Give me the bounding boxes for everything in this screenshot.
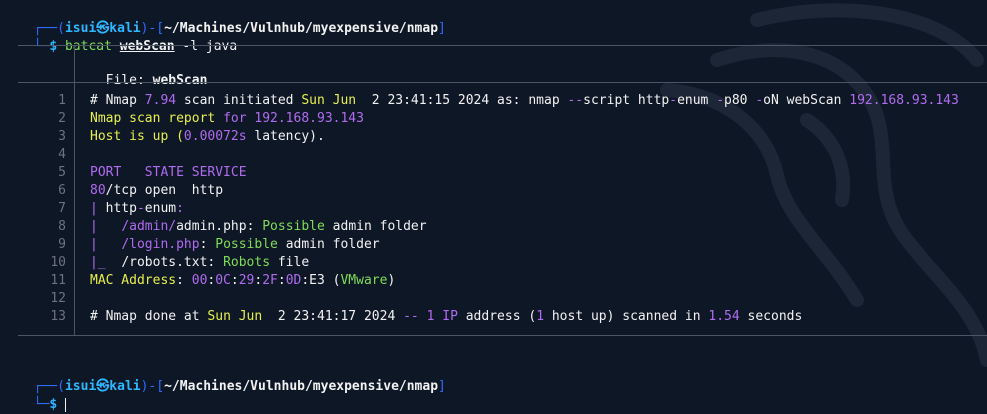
line-number: 4 [58,147,66,162]
middle-rule [18,82,987,83]
code-line-10: |_ /robots.txt: Robots file [90,255,310,270]
file-header-name: webScan [152,73,208,88]
code-line-2: Nmap scan report for 192.168.93.143 [90,111,364,126]
line-number: 12 [50,291,66,306]
command-args: -l java [182,39,238,54]
code-line-7: | http-enum: [90,201,184,216]
code-line-11: MAC Address: 00:0C:29:2F:0D:E3 (VMware) [90,273,396,288]
text-cursor [64,397,66,412]
line-number: 2 [58,111,66,126]
line-number: 6 [58,183,66,198]
command-bin: batcat [64,39,112,54]
code-gutter-bar [74,82,75,335]
line-number: 7 [58,201,66,216]
code-line-8: | /admin/admin.php: Possible admin folde… [90,219,427,234]
top-rule [18,45,987,46]
kali-dragon-icon [660,3,987,367]
line-number: 5 [58,165,66,180]
line-number: 3 [58,129,66,144]
line-number: 9 [58,237,66,252]
line-number: 11 [50,273,66,288]
code-line-13: # Nmap done at Sun Jun 2 23:41:17 2024 -… [90,309,803,324]
code-line-6: 80/tcp open http [90,183,224,198]
code-line-5: PORT STATE SERVICE [90,165,247,180]
prompt-line-1: ┌──(isui㉿kali)-[~/Machines/Vulnhub/myexp… [33,21,446,36]
input-line[interactable]: └─$ [18,378,66,412]
prompt-line-2: ┌──(isui㉿kali)-[~/Machines/Vulnhub/myexp… [33,379,446,394]
line-number: 13 [50,309,66,324]
header-gutter-bar [74,45,75,82]
line-number: 8 [58,219,66,234]
file-header: File: webScan [105,73,208,88]
line-number: 1 [58,93,66,108]
bottom-rule [18,335,987,336]
code-line-1: # Nmap 7.94 scan initiated Sun Jun 2 23:… [90,93,959,108]
line-number: 10 [50,255,66,270]
command-file: webScan [119,39,175,54]
code-line-9: | /login.php: Possible admin folder [90,237,380,252]
code-line-3: Host is up (0.00072s latency). [90,129,325,144]
command-line: └─$ batcat webScan -l java [33,39,238,54]
